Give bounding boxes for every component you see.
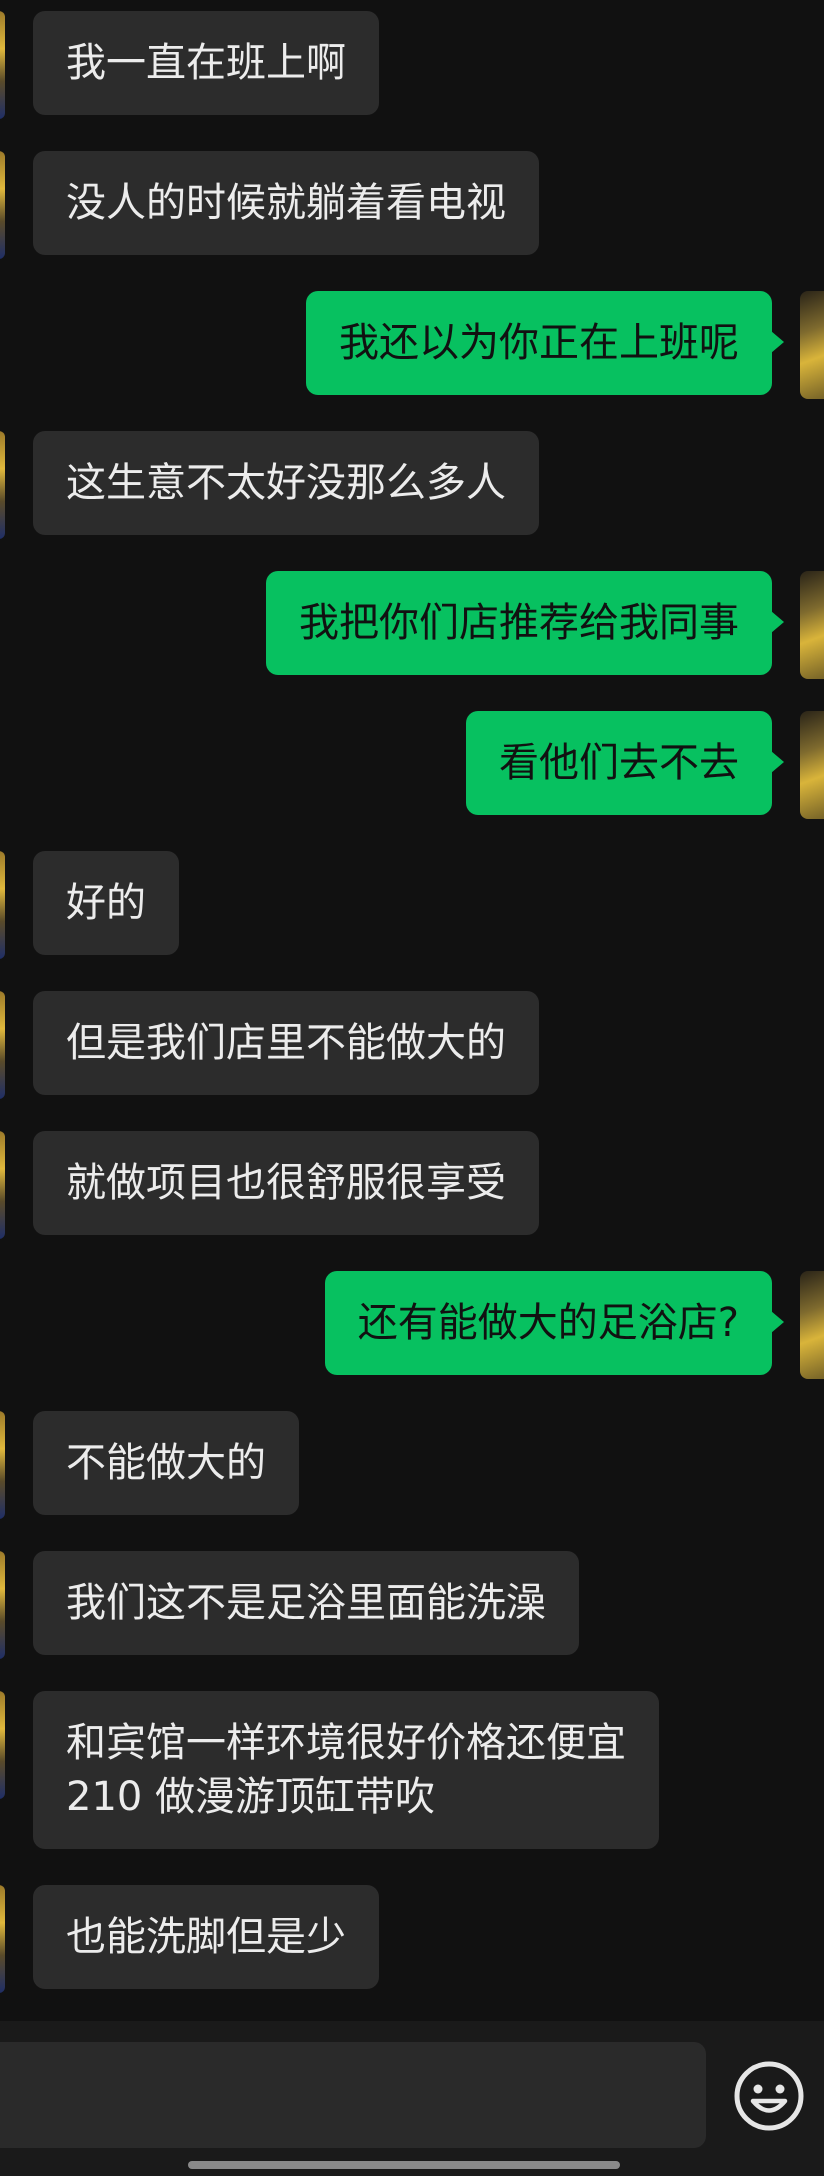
message-bubble-incoming[interactable]: 但是我们店里不能做大的 — [33, 991, 539, 1095]
message-text: 好的 — [66, 880, 146, 926]
message-bubble-incoming[interactable]: 就做项目也很舒服很享受 — [33, 1131, 539, 1235]
message-bubble-incoming[interactable]: 和宾馆一样环境很好价格还便宜 210 做漫游顶缸带吹 — [33, 1691, 659, 1849]
message-bubble-outgoing[interactable]: 我还以为你正在上班呢 — [306, 291, 784, 395]
message-text: 还有能做大的足浴店? — [357, 1300, 739, 1346]
chat-screen: 我一直在班上啊 没人的时候就躺着看电视 我还以为你正在上班呢 这生意不太好没那么… — [0, 0, 824, 2176]
message-text: 我把你们店推荐给我同事 — [299, 600, 739, 646]
message-text: 我们这不是足浴里面能洗澡 — [66, 1580, 546, 1626]
message-text: 但是我们店里不能做大的 — [66, 1020, 506, 1066]
message-text: 我一直在班上啊 — [66, 40, 346, 86]
message-bubble-incoming[interactable]: 没人的时候就躺着看电视 — [33, 151, 539, 255]
message-bubble-outgoing[interactable]: 看他们去不去 — [466, 711, 784, 815]
message-bubble-incoming[interactable]: 也能洗脚但是少 — [33, 1885, 379, 1989]
message-bubble-incoming[interactable]: 我一直在班上啊 — [33, 11, 379, 115]
contact-avatar[interactable] — [0, 1131, 5, 1239]
message-text: 看他们去不去 — [499, 740, 739, 786]
emoji-button[interactable] — [733, 2060, 805, 2132]
contact-avatar[interactable] — [0, 11, 5, 119]
message-bubble-incoming[interactable]: 好的 — [33, 851, 179, 955]
message-text-line: 210 做漫游顶缸带吹 — [66, 1774, 436, 1820]
message-text: 这生意不太好没那么多人 — [66, 460, 506, 506]
message-bubble-outgoing[interactable]: 我把你们店推荐给我同事 — [266, 571, 784, 675]
message-text-line: 和宾馆一样环境很好价格还便宜 — [66, 1720, 626, 1766]
contact-avatar[interactable] — [0, 151, 5, 259]
my-avatar[interactable] — [800, 1271, 824, 1379]
message-text: 没人的时候就躺着看电视 — [66, 180, 506, 226]
contact-avatar[interactable] — [0, 851, 5, 959]
my-avatar[interactable] — [800, 571, 824, 679]
contact-avatar[interactable] — [0, 1691, 5, 1799]
contact-avatar[interactable] — [0, 1551, 5, 1659]
contact-avatar[interactable] — [0, 1885, 5, 1993]
contact-avatar[interactable] — [0, 991, 5, 1099]
my-avatar[interactable] — [800, 711, 824, 819]
contact-avatar[interactable] — [0, 431, 5, 539]
message-text: 也能洗脚但是少 — [66, 1914, 346, 1960]
message-text: 我还以为你正在上班呢 — [339, 320, 739, 366]
message-bubble-incoming[interactable]: 不能做大的 — [33, 1411, 299, 1515]
emoji-smiley-icon — [734, 2061, 804, 2131]
message-input[interactable] — [0, 2042, 706, 2148]
home-indicator[interactable] — [188, 2161, 620, 2169]
my-avatar[interactable] — [800, 291, 824, 399]
message-text: 就做项目也很舒服很享受 — [66, 1160, 506, 1206]
message-bubble-incoming[interactable]: 这生意不太好没那么多人 — [33, 431, 539, 535]
message-bubble-incoming[interactable]: 我们这不是足浴里面能洗澡 — [33, 1551, 579, 1655]
message-bubble-outgoing[interactable]: 还有能做大的足浴店? — [324, 1271, 785, 1375]
message-text: 不能做大的 — [66, 1440, 266, 1486]
contact-avatar[interactable] — [0, 1411, 5, 1519]
message-input-bar — [0, 2021, 824, 2176]
